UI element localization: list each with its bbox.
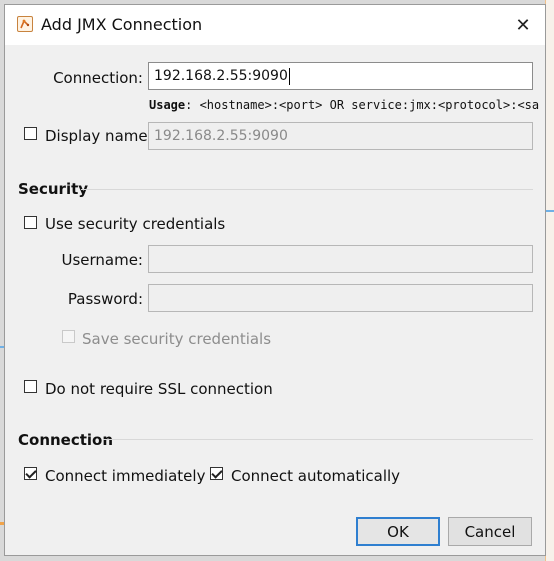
close-icon: ✕ [515, 14, 531, 36]
password-label: Password: [67, 290, 143, 308]
security-section-title: Security [18, 180, 89, 198]
background-accent-line [546, 210, 554, 212]
no-ssl-checkbox[interactable] [24, 380, 37, 393]
no-ssl-label: Do not require SSL connection [45, 380, 273, 398]
connect-automatically-checkbox[interactable] [210, 467, 223, 480]
display-name-label: Display name: [45, 127, 153, 145]
background-window-edge [545, 0, 554, 561]
use-credentials-checkbox[interactable] [24, 216, 37, 229]
use-credentials-label: Use security credentials [45, 215, 226, 233]
display-name-checkbox[interactable] [24, 127, 37, 140]
display-name-input[interactable]: 192.168.2.55:9090 [148, 122, 533, 150]
app-icon [17, 16, 33, 32]
save-credentials-label: Save security credentials [82, 330, 272, 348]
text-caret [288, 67, 290, 85]
section-divider [103, 439, 533, 440]
username-input[interactable] [148, 245, 533, 273]
save-credentials-checkbox[interactable] [62, 330, 75, 343]
connect-immediately-checkbox[interactable] [24, 467, 37, 480]
username-label: Username: [61, 251, 143, 269]
connection-input-value: 192.168.2.55:9090 [154, 68, 288, 84]
usage-text: : <hostname>:<port> OR service:jmx:<prot… [185, 98, 539, 112]
cancel-button[interactable]: Cancel [448, 517, 532, 546]
close-button[interactable]: ✕ [501, 5, 545, 45]
connect-immediately-label: Connect immediately [45, 467, 206, 485]
add-jmx-connection-dialog: Add JMX Connection ✕ Connection: 192.168… [4, 4, 546, 556]
section-divider [81, 189, 533, 190]
connection-section-title: Connection [18, 431, 114, 449]
window-title: Add JMX Connection [41, 15, 203, 34]
usage-prefix: Usage [149, 98, 186, 112]
connection-input[interactable]: 192.168.2.55:9090 [148, 62, 533, 90]
connect-automatically-label: Connect automatically [231, 467, 401, 485]
ok-button[interactable]: OK [356, 517, 440, 546]
password-input[interactable] [148, 284, 533, 312]
title-bar[interactable]: Add JMX Connection ✕ [5, 5, 545, 45]
connection-label: Connection: [53, 69, 143, 87]
usage-hint: Usage: <hostname>:<port> OR service:jmx:… [149, 98, 539, 112]
